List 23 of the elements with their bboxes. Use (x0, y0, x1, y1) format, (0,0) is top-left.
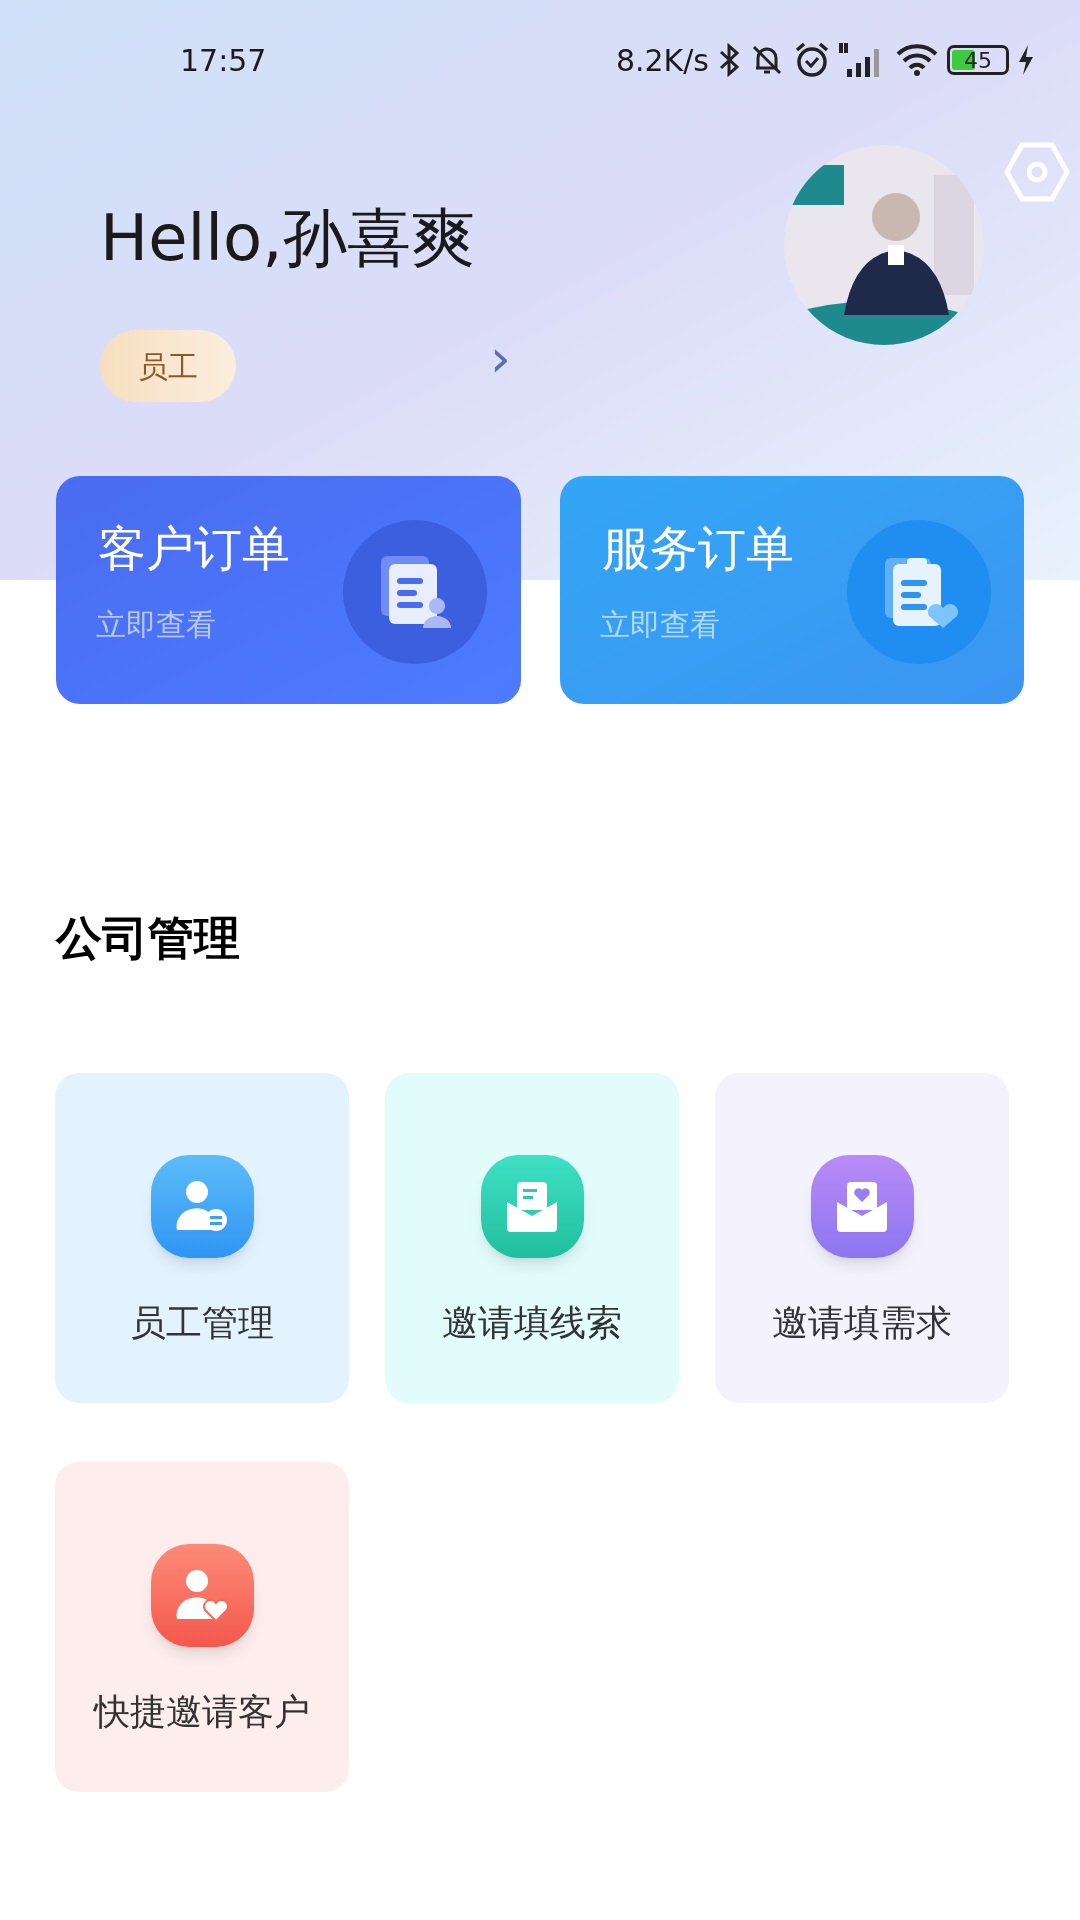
chevron-button[interactable]: › (490, 332, 511, 384)
charging-icon (1017, 45, 1035, 75)
order-card[interactable]: 客户订单 立即查看 (56, 476, 521, 704)
card-subtitle: 立即查看 (96, 610, 216, 640)
alarm-icon (793, 41, 831, 79)
menu-tile[interactable]: 快捷邀请客户 (55, 1462, 349, 1792)
tile-label: 快捷邀请客户 (94, 1690, 310, 1734)
menu-tile[interactable]: 邀请填线索 (385, 1073, 679, 1403)
clock-time: 17:57 (180, 41, 267, 80)
greeting-text: Hello,孙喜爽 (100, 200, 475, 277)
network-speed: 8.2K/s (615, 41, 709, 80)
tile-label: 邀请填线索 (442, 1301, 622, 1345)
wifi-icon (895, 42, 939, 78)
section-title: 公司管理 (54, 910, 241, 967)
tile-label: 员工管理 (130, 1301, 274, 1345)
menu-tile[interactable]: 邀请填需求 (715, 1073, 1009, 1403)
card-subtitle: 立即查看 (599, 610, 720, 640)
tile-label: 邀请填需求 (772, 1301, 952, 1345)
menu-tile[interactable]: 员工管理 (55, 1073, 349, 1403)
card-title: 服务订单 (601, 524, 794, 572)
role-badge: 员工 (100, 330, 236, 402)
card-title: 客户订单 (98, 524, 290, 572)
bluetooth-icon (717, 43, 741, 77)
